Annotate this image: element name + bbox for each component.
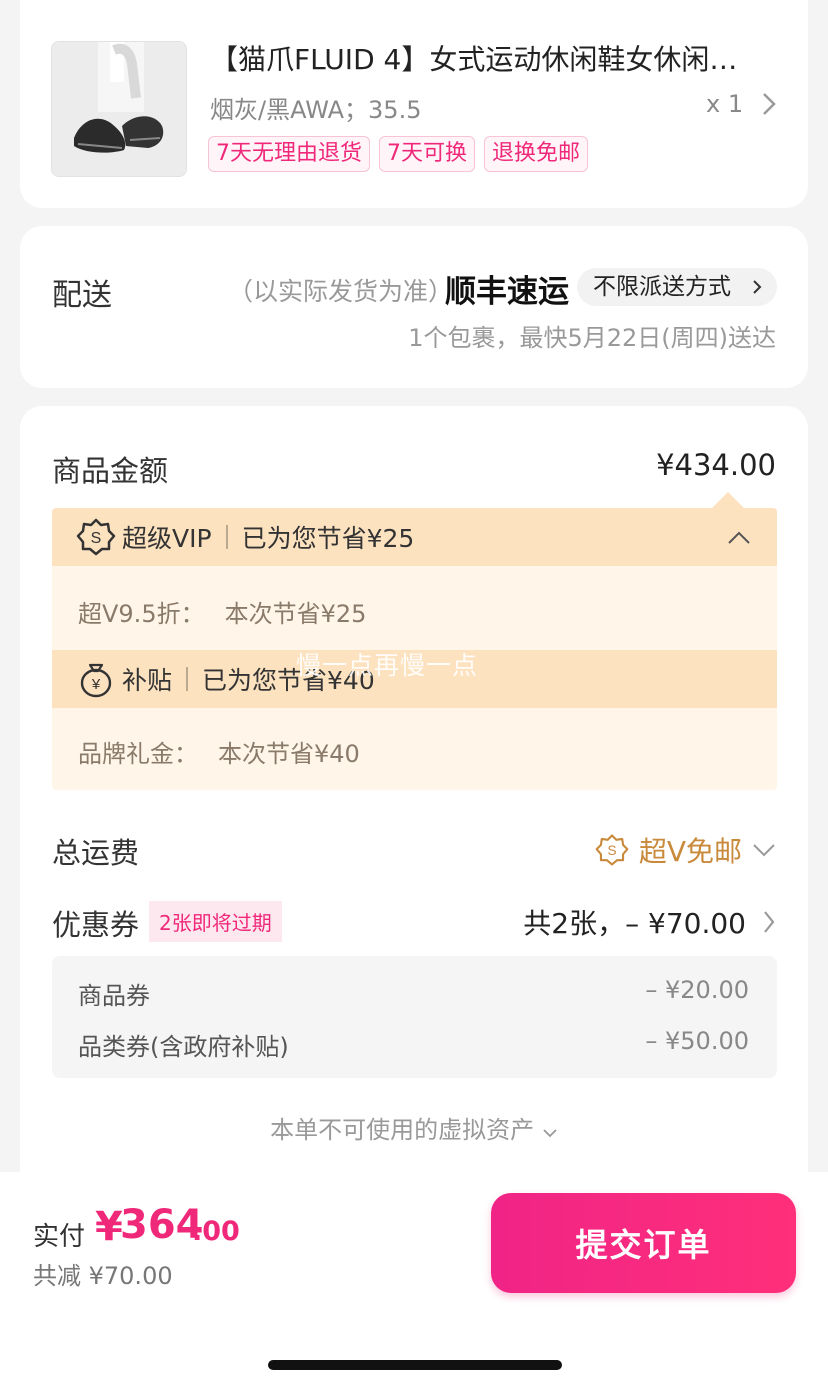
svg-text:S: S xyxy=(607,843,616,858)
coupon-name: 商品券 xyxy=(78,982,150,1010)
price-card: 商品金额 ¥434.00 S 超级VIP 已为您节省¥25 超V9.5折： 本次节… xyxy=(20,406,808,1196)
service-tags: 7天无理由退货 7天可换 退换免邮 xyxy=(208,136,589,172)
subsidy-detail: 品牌礼金： 本次节省¥40 xyxy=(78,734,360,769)
vip-discount-detail: 超V9.5折： 本次节省¥25 xyxy=(78,594,366,629)
submit-order-button[interactable]: 提交订单 xyxy=(491,1193,796,1293)
actual-pay-integer: 364 xyxy=(120,1202,204,1248)
shipping-value-text: 超V免邮 xyxy=(638,835,742,868)
money-bag-icon: ¥ xyxy=(80,663,112,698)
coupon-label: 优惠券 xyxy=(52,908,140,942)
watermark-text: 慢一点再慢一点 xyxy=(296,651,479,680)
product-thumbnail[interactable] xyxy=(51,41,187,177)
vip-discount-header[interactable]: S 超级VIP 已为您节省¥25 xyxy=(52,508,777,566)
svg-text:¥: ¥ xyxy=(91,676,101,693)
coupon-row: 品类券(含政府补贴) – ¥50.00 xyxy=(78,1027,749,1062)
actual-pay-currency: ¥ xyxy=(95,1204,123,1250)
service-tag: 退换免邮 xyxy=(484,136,589,172)
chevron-down-icon xyxy=(543,1129,557,1138)
coupon-row: 商品券 – ¥20.00 xyxy=(78,976,749,1011)
shipping-label: 总运费 xyxy=(52,836,140,870)
subsidy-detail-value: 本次节省¥40 xyxy=(218,740,360,768)
coupon-breakdown: 商品券 – ¥20.00 品类券(含政府补贴) – ¥50.00 xyxy=(52,956,777,1078)
chevron-right-icon xyxy=(764,911,775,933)
virtual-assets-toggle[interactable]: 本单不可使用的虚拟资产 xyxy=(20,1110,808,1145)
virtual-assets-label: 本单不可使用的虚拟资产 xyxy=(270,1116,535,1144)
coupon-value[interactable]: 共2张，– ¥70.00 xyxy=(523,902,776,942)
delivery-method-button[interactable]: 不限派送方式 xyxy=(577,268,777,306)
home-indicator[interactable] xyxy=(268,1360,562,1370)
product-quantity: x 1 xyxy=(706,90,744,118)
vip-detail-label: 超V9.5折： xyxy=(78,600,205,628)
vip-discount-name: 超级VIP xyxy=(122,524,212,553)
coupon-amount: – ¥20.00 xyxy=(645,976,749,1004)
delivery-eta: 1个包裹，最快5月22日(周四)送达 xyxy=(408,324,776,352)
caret-pointer xyxy=(712,492,744,508)
product-card[interactable]: 【猫爪FLUID 4】女式运动休闲鞋女休闲… 烟灰/黑AWA；35.5 x 1 … xyxy=(20,0,808,208)
vip-badge-icon: S xyxy=(595,834,629,866)
service-tag: 7天可换 xyxy=(379,136,475,172)
subsidy-name: 补贴 xyxy=(122,666,173,695)
actual-pay-decimal: .00 xyxy=(192,1216,240,1247)
vip-detail-value: 本次节省¥25 xyxy=(224,600,367,628)
chevron-right-icon xyxy=(753,280,762,294)
divider xyxy=(225,525,228,549)
actual-pay-label: 实付 xyxy=(33,1222,86,1252)
product-title[interactable]: 【猫爪FLUID 4】女式运动休闲鞋女休闲… xyxy=(210,38,770,78)
delivery-carrier: 顺丰速运 xyxy=(445,274,569,310)
product-sku: 烟灰/黑AWA；35.5 xyxy=(210,96,422,124)
shoe-image xyxy=(52,42,186,176)
subsidy-detail-label: 品牌礼金： xyxy=(78,740,198,768)
coupon-name: 品类券(含政府补贴) xyxy=(78,1033,289,1061)
divider xyxy=(186,667,189,691)
total-saved: 共减 ¥70.00 xyxy=(33,1262,173,1290)
vip-badge-icon: S xyxy=(76,518,116,556)
checkout-bar: 实付 ¥ 364 .00 共减 ¥70.00 提交订单 xyxy=(0,1172,828,1388)
coupon-value-text: 共2张，– ¥70.00 xyxy=(523,907,746,940)
delivery-method-label: 不限派送方式 xyxy=(593,274,731,300)
chevron-right-icon[interactable] xyxy=(758,90,780,118)
delivery-note: （以实际发货为准） xyxy=(228,277,454,306)
delivery-card: 配送 （以实际发货为准） 顺丰速运 不限派送方式 1个包裹，最快5月22日(周四… xyxy=(20,226,808,388)
delivery-label: 配送 xyxy=(52,278,112,313)
coupon-amount: – ¥50.00 xyxy=(645,1027,749,1055)
chevron-up-icon[interactable] xyxy=(727,530,751,546)
coupon-expiring-badge: 2张即将过期 xyxy=(149,901,282,942)
svg-text:S: S xyxy=(91,530,102,547)
shipping-value[interactable]: S 超V免邮 xyxy=(595,830,776,870)
chevron-down-icon xyxy=(753,844,775,857)
vip-discount-saved: 已为您节省¥25 xyxy=(241,524,415,553)
service-tag: 7天无理由退货 xyxy=(208,136,370,172)
goods-amount-value: ¥434.00 xyxy=(656,448,776,482)
goods-amount-label: 商品金额 xyxy=(52,454,169,488)
